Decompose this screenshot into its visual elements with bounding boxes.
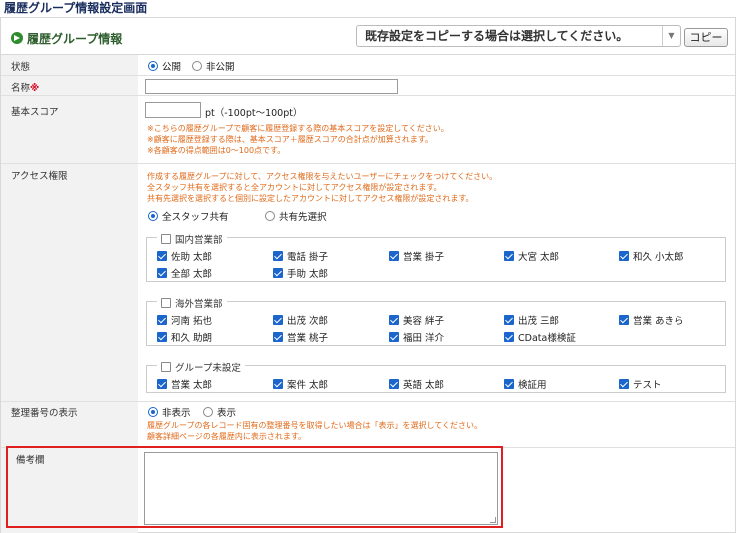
checkbox-checked-icon bbox=[619, 251, 629, 261]
status-label: 状態 bbox=[11, 62, 31, 73]
status-private-radio[interactable]: 非公開 bbox=[192, 59, 235, 73]
name-label: 名称※ bbox=[11, 83, 40, 94]
member-checkbox[interactable]: 営業 掛子 bbox=[389, 249, 444, 263]
checkbox-checked-icon bbox=[504, 379, 514, 389]
access-label: アクセス権限 bbox=[11, 171, 68, 182]
base-score-note: ※こちらの履歴グループで顧客に履歴登録する際の基本スコアを設定してください。 bbox=[147, 124, 449, 133]
chevron-down-icon[interactable]: ▼ bbox=[662, 26, 680, 46]
member-checkbox[interactable]: テスト bbox=[619, 377, 662, 391]
checkbox-checked-icon bbox=[389, 315, 399, 325]
member-checkbox[interactable]: CData様検証 bbox=[504, 330, 576, 344]
all-staff-radio[interactable]: 全スタッフ共有 bbox=[148, 209, 229, 223]
checkbox-checked-icon bbox=[157, 251, 167, 261]
checkbox-checked-icon bbox=[504, 315, 514, 325]
base-score-input[interactable] bbox=[145, 102, 201, 118]
radio-selected-icon bbox=[148, 211, 158, 221]
checkbox-checked-icon bbox=[389, 332, 399, 342]
member-checkbox[interactable]: 出茂 三郎 bbox=[504, 313, 559, 327]
checkbox-checked-icon bbox=[273, 251, 283, 261]
copy-select-value: 既存設定をコピーする場合は選択してください。 bbox=[365, 29, 629, 43]
radio-selected-icon bbox=[148, 407, 158, 417]
member-checkbox[interactable]: 手助 太郎 bbox=[273, 266, 328, 280]
member-checkbox[interactable]: 営業 桃子 bbox=[273, 330, 328, 344]
base-score-note: ※各顧客の得点範囲は0～100点です。 bbox=[147, 146, 286, 155]
panel-header: 履歴グループ情報 既存設定をコピーする場合は選択してください。 ▼ コピー bbox=[1, 18, 735, 55]
checkbox-checked-icon bbox=[389, 251, 399, 261]
member-checkbox[interactable]: 検証用 bbox=[504, 377, 547, 391]
group-checkbox-domestic[interactable]: 国内営業部 bbox=[157, 232, 227, 246]
radio-unselected-icon bbox=[265, 211, 275, 221]
checkbox-checked-icon bbox=[157, 315, 167, 325]
checkbox-checked-icon bbox=[389, 379, 399, 389]
member-checkbox[interactable]: 営業 太郎 bbox=[157, 377, 212, 391]
row-divider bbox=[1, 95, 735, 96]
notes-highlight-box bbox=[6, 446, 503, 528]
member-checkbox[interactable]: 英語 太郎 bbox=[389, 377, 444, 391]
checkbox-icon bbox=[161, 234, 171, 244]
serial-show-radio[interactable]: 表示 bbox=[203, 405, 236, 419]
checkbox-checked-icon bbox=[619, 379, 629, 389]
copy-settings-select[interactable]: 既存設定をコピーする場合は選択してください。 ▼ bbox=[356, 25, 681, 47]
checkbox-checked-icon bbox=[273, 332, 283, 342]
row-divider bbox=[1, 163, 735, 164]
member-checkbox[interactable]: 福田 洋介 bbox=[389, 330, 444, 344]
group-box-domestic: 国内営業部 佐助 太郎 電話 掛子 営業 掛子 大宮 太郎 和久 小太郎 全部 … bbox=[146, 232, 726, 282]
checkbox-checked-icon bbox=[504, 251, 514, 261]
member-checkbox[interactable]: 佐助 太郎 bbox=[157, 249, 212, 263]
section-title: 履歴グループ情報 bbox=[27, 32, 123, 46]
member-checkbox[interactable]: 案件 太郎 bbox=[273, 377, 328, 391]
checkbox-checked-icon bbox=[157, 268, 167, 278]
member-checkbox[interactable]: 和久 小太郎 bbox=[619, 249, 684, 263]
member-checkbox[interactable]: 美容 絆子 bbox=[389, 313, 444, 327]
page-title: 履歴グループ情報設定画面 bbox=[4, 1, 148, 15]
access-note: 共有先選択を選択すると個別に設定したアカウントに対してアクセス権限が設定されます… bbox=[147, 194, 474, 203]
name-input[interactable] bbox=[145, 79, 398, 94]
checkbox-checked-icon bbox=[273, 379, 283, 389]
serial-note: 履歴グループの各レコード固有の整理番号を取得したい場合は「表示」を選択してくださ… bbox=[147, 421, 483, 430]
checkbox-checked-icon bbox=[157, 332, 167, 342]
checkbox-checked-icon bbox=[273, 315, 283, 325]
serial-note: 顧客詳細ページの各履歴内に表示されます。 bbox=[147, 432, 307, 441]
copy-button[interactable]: コピー bbox=[684, 28, 728, 47]
select-share-radio[interactable]: 共有先選択 bbox=[265, 209, 327, 223]
member-checkbox[interactable]: 和久 助朗 bbox=[157, 330, 212, 344]
checkbox-checked-icon bbox=[157, 379, 167, 389]
access-note: 全スタッフ共有を選択すると全アカウントに対してアクセス権限が設定されます。 bbox=[147, 183, 442, 192]
row-divider bbox=[1, 75, 735, 76]
serial-hide-radio[interactable]: 非表示 bbox=[148, 405, 191, 419]
member-checkbox[interactable]: 出茂 次郎 bbox=[273, 313, 328, 327]
radio-unselected-icon bbox=[203, 407, 213, 417]
section-arrow-icon bbox=[11, 32, 23, 44]
member-checkbox[interactable]: 河南 拓也 bbox=[157, 313, 212, 327]
group-box-unassigned: グループ未設定 営業 太郎 案件 太郎 英語 太郎 検証用 テスト bbox=[146, 360, 726, 393]
member-checkbox[interactable]: 営業 あきら bbox=[619, 313, 684, 327]
checkbox-icon bbox=[161, 298, 171, 308]
checkbox-checked-icon bbox=[619, 315, 629, 325]
checkbox-icon bbox=[161, 362, 171, 372]
serial-display-label: 整理番号の表示 bbox=[11, 408, 78, 419]
base-score-note: ※顧客に履歴登録する際は、基本スコア＋履歴スコアの合計点が加算されます。 bbox=[147, 135, 433, 144]
radio-unselected-icon bbox=[192, 61, 202, 71]
checkbox-checked-icon bbox=[504, 332, 514, 342]
radio-selected-icon bbox=[148, 61, 158, 71]
access-note: 作成する履歴グループに対して、アクセス権限を与えたいユーザーにチェックをつけてく… bbox=[147, 172, 498, 181]
base-score-label: 基本スコア bbox=[11, 107, 59, 118]
status-public-radio[interactable]: 公開 bbox=[148, 59, 181, 73]
base-score-unit: pt（-100pt～100pt） bbox=[205, 108, 303, 119]
group-checkbox-unassigned[interactable]: グループ未設定 bbox=[157, 360, 245, 374]
row-divider bbox=[1, 401, 735, 402]
checkbox-checked-icon bbox=[273, 268, 283, 278]
member-checkbox[interactable]: 全部 太郎 bbox=[157, 266, 212, 280]
group-box-overseas: 海外営業部 河南 拓也 出茂 次郎 美容 絆子 出茂 三郎 営業 あきら 和久 … bbox=[146, 296, 726, 346]
member-checkbox[interactable]: 電話 掛子 bbox=[273, 249, 328, 263]
member-checkbox[interactable]: 大宮 太郎 bbox=[504, 249, 559, 263]
group-checkbox-overseas[interactable]: 海外営業部 bbox=[157, 296, 227, 310]
